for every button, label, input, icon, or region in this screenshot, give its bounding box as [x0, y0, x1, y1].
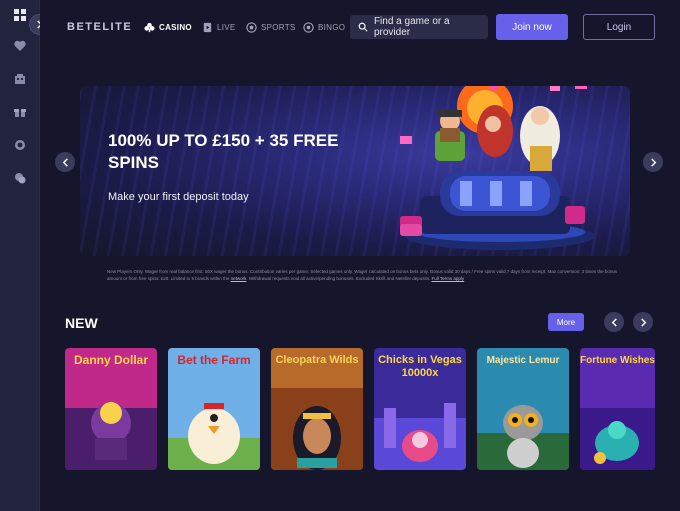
search-label: Find a game or a provider [373, 16, 450, 38]
nav-live[interactable]: LIVE [202, 22, 236, 33]
nav-sports[interactable]: SPORTS [246, 22, 296, 33]
games-prev-button[interactable] [604, 312, 624, 332]
sidebar [0, 0, 40, 511]
app: BETELITE CASINO LIVE SPORTS BINGO Find a… [0, 0, 680, 511]
banner-prev-button[interactable] [55, 152, 75, 172]
nav-casino[interactable]: CASINO [144, 22, 192, 33]
game-title: Fortune Wishes [580, 355, 655, 366]
section-title-new: NEW [65, 315, 98, 331]
nav-live-label: LIVE [217, 23, 236, 32]
clubs-icon [144, 22, 155, 33]
login-button[interactable]: Login [583, 14, 655, 40]
search-icon [358, 22, 368, 32]
promo-banner[interactable]: 100% UP TO £150 + 35 FREE SPINS Make you… [80, 86, 630, 256]
chevron-right-icon [640, 317, 646, 327]
join-now-button[interactable]: Join now [496, 14, 568, 40]
heart-icon[interactable] [12, 38, 28, 54]
soccer-ball-icon [246, 22, 257, 33]
banner-subtitle: Make your first deposit today [108, 191, 249, 203]
terms-text-part2: . Withdrawal requests void all active/pe… [246, 276, 431, 281]
nav-bingo[interactable]: BINGO [303, 22, 345, 33]
bingo-icon [303, 22, 314, 33]
chevron-right-icon [650, 157, 656, 167]
more-button[interactable]: More [548, 313, 584, 331]
network-link[interactable]: network [231, 276, 247, 281]
header: BETELITE CASINO LIVE SPORTS BINGO Find a… [40, 0, 680, 56]
chat-icon[interactable] [12, 170, 28, 186]
grid-icon[interactable] [12, 7, 28, 23]
chevron-left-icon [62, 157, 68, 167]
game-card-majestic-lemur[interactable]: Majestic Lemur [477, 348, 569, 470]
game-title: Chicks in Vegas 10000x [378, 354, 462, 379]
game-title: Majestic Lemur [486, 355, 560, 366]
terms-text: New Players Only. Wager from real balanc… [107, 268, 627, 282]
game-card-chicks-in-vegas[interactable]: Chicks in Vegas 10000x [374, 348, 466, 470]
banner-next-button[interactable] [643, 152, 663, 172]
building-icon[interactable] [12, 71, 28, 87]
nav-sports-label: SPORTS [261, 23, 296, 32]
nav-bingo-label: BINGO [318, 23, 346, 32]
slot-characters-image [400, 86, 595, 250]
game-card-bet-the-farm[interactable]: Bet the Farm [168, 348, 260, 470]
banner-title: 100% UP TO £150 + 35 FREE SPINS [108, 131, 339, 172]
gift-icon[interactable] [12, 104, 28, 120]
full-terms-link[interactable]: Full Terms apply [431, 276, 464, 281]
game-title: Danny Dollar [73, 353, 148, 367]
nav-casino-label: CASINO [159, 23, 192, 32]
game-card-fortune-wishes[interactable]: Fortune Wishes [580, 348, 655, 470]
game-card-cleopatra-wilds[interactable]: Cleopatra Wilds [271, 348, 363, 470]
games-next-button[interactable] [633, 312, 653, 332]
game-title: Bet the Farm [177, 353, 251, 367]
game-card-danny-dollar[interactable]: Danny Dollar [65, 348, 157, 470]
chevron-left-icon [611, 317, 617, 327]
coin-icon[interactable] [12, 137, 28, 153]
search-input[interactable]: Find a game or a provider [350, 15, 488, 39]
live-icon [203, 22, 212, 33]
game-title: Cleopatra Wilds [275, 354, 359, 366]
logo[interactable]: BETELITE [67, 21, 132, 33]
